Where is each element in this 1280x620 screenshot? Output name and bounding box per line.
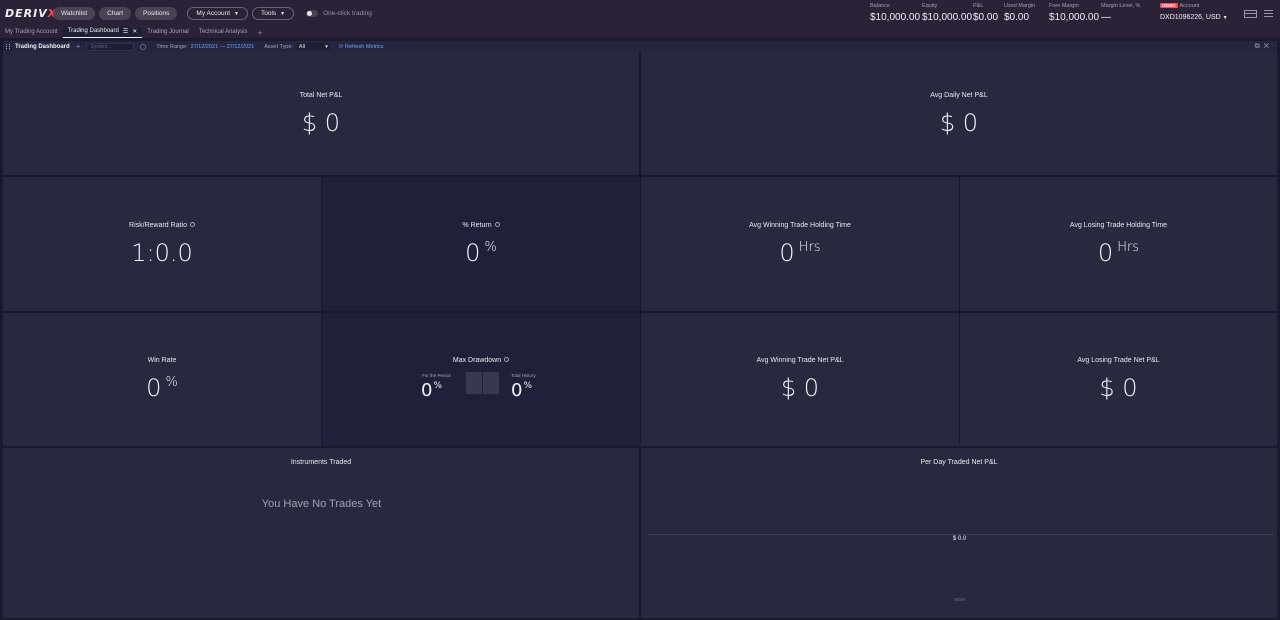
info-icon[interactable]	[494, 222, 500, 227]
close-icon[interactable]: ✕	[132, 28, 137, 35]
stat-margin-level: Margin Level, % —	[1101, 3, 1141, 23]
chevron-down-icon: ▾	[325, 43, 328, 50]
chevron-down-icon: ▼	[280, 10, 286, 17]
time-range-label: Time Range:	[156, 43, 188, 50]
popout-icon[interactable]: ⧉	[1255, 43, 1264, 50]
panel-title: Trading Dashboard	[15, 43, 70, 50]
menu-icon[interactable]	[1264, 10, 1273, 17]
symbol-input[interactable]: Symbol...	[86, 42, 135, 51]
max-drawdown-period-value: 0%	[421, 380, 443, 401]
info-icon[interactable]	[504, 357, 510, 362]
chart-x-tick: MON	[954, 597, 965, 602]
info-icon[interactable]	[140, 43, 147, 50]
card-pct-return: % Return 0%	[322, 177, 640, 311]
card-avg-win-holding: Avg Winning Trade Holding Time 0 Hrs	[641, 177, 959, 311]
chart-baseline	[649, 534, 1274, 535]
refresh-metrics-button[interactable]: ⟳ Refresh Metrics	[339, 44, 384, 50]
close-icon[interactable]: ✕	[1264, 43, 1273, 50]
chart-value-label: $ 0.0	[952, 536, 967, 542]
derivx-logo[interactable]: DERIVX	[5, 7, 56, 20]
menu-icon[interactable]: ☰	[123, 28, 128, 35]
chevron-down-icon: ▼	[234, 10, 239, 17]
tab-technical-analysis[interactable]: Technical Analysis	[194, 27, 253, 38]
max-drawdown-history-value: 0%	[511, 380, 533, 401]
stat-equity: Equity $10,000.00	[922, 3, 973, 23]
card-avg-win-pnl: Avg Winning Trade Net P&L $ 0	[641, 313, 959, 446]
max-drawdown-period-label: For the Period	[422, 373, 451, 378]
card-avg-daily-net-pnl: Avg Daily Net P&L $ 0	[641, 52, 1277, 175]
tab-trading-journal[interactable]: Trading Journal	[142, 27, 193, 38]
one-click-trading-toggle[interactable]: One-click trading	[306, 10, 372, 17]
asset-type-label: Asset Type:	[264, 43, 293, 50]
account-selector[interactable]: DEMO Account DXD1096226, USD ▼	[1160, 3, 1228, 21]
max-drawdown-history-label: Total History	[511, 373, 536, 378]
stat-free-margin: Free Margin $10,000.00	[1049, 3, 1100, 23]
tab-my-trading-account[interactable]: My Trading Account	[0, 27, 63, 38]
watchlist-button[interactable]: Watchlist	[53, 7, 96, 20]
card-per-day-pnl: Per Day Traded Net P&L $ 0.0 MON	[641, 448, 1277, 618]
demo-badge: DEMO	[1160, 3, 1178, 8]
card-risk-reward: Risk/Reward Ratio 1:0.0	[3, 177, 321, 311]
asset-type-select[interactable]: All ▾	[296, 43, 330, 50]
drag-handle-icon[interactable]	[6, 44, 10, 49]
positions-button[interactable]: Positions	[135, 7, 178, 20]
add-tab-icon[interactable]: +	[252, 27, 267, 38]
drawdown-bar-history	[483, 372, 499, 394]
window-controls: ⧉✕	[1255, 43, 1273, 51]
tools-dropdown[interactable]: Tools ▼	[251, 7, 295, 20]
card-avg-lose-pnl: Avg Losing Trade Net P&L $ 0	[960, 313, 1277, 446]
dashboard-grid: Total Net P&L $ 0 Avg Daily Net P&L $ 0 …	[3, 52, 1277, 618]
toggle-switch-icon[interactable]	[306, 10, 319, 17]
stat-pnl: P&L $0.00	[973, 3, 999, 23]
card-win-rate: Win Rate 0%	[3, 313, 321, 446]
card-instruments-traded: Instruments Traded	[3, 448, 639, 618]
add-icon[interactable]: +	[76, 42, 81, 51]
layout-icon[interactable]	[1244, 10, 1257, 18]
card-total-net-pnl: Total Net P&L $ 0	[3, 52, 639, 175]
card-avg-lose-holding: Avg Losing Trade Holding Time 0 Hrs	[960, 177, 1277, 311]
workspace-tabs: My Trading Account Trading Dashboard ☰ ✕ T…	[0, 27, 1280, 38]
no-trades-message: You Have No Trades Yet	[261, 498, 382, 510]
chart-button[interactable]: Chart	[99, 7, 132, 20]
info-icon[interactable]	[189, 222, 195, 227]
chevron-down-icon: ▼	[1222, 15, 1228, 21]
dashboard-toolbar: Trading Dashboard + Symbol... Time Range…	[3, 41, 1277, 52]
tab-trading-dashboard[interactable]: Trading Dashboard ☰ ✕	[62, 27, 143, 38]
my-account-dropdown[interactable]: My Account ▼	[187, 7, 248, 20]
stat-balance: Balance $10,000.00	[870, 3, 921, 23]
time-range-picker[interactable]: 27/12/2021 — 27/12/2021	[191, 44, 255, 50]
drawdown-bar-period	[466, 372, 482, 394]
stat-used-margin: Used Margin $0.00	[1004, 3, 1036, 23]
